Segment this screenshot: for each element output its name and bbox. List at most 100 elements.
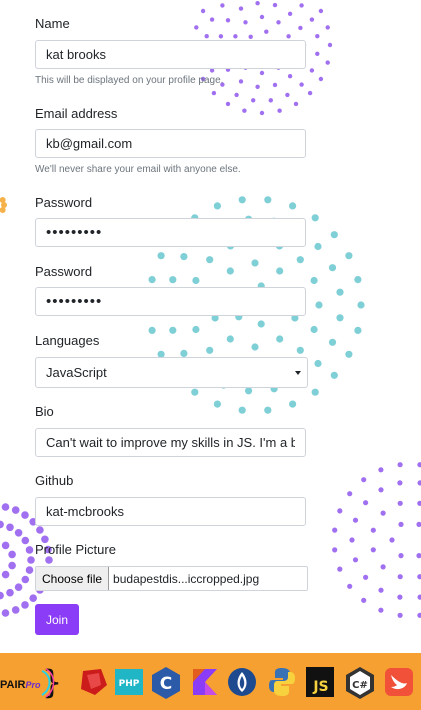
decorative-dot — [352, 557, 359, 563]
decorative-dot — [370, 527, 376, 533]
choose-file-button[interactable]: Choose file — [36, 567, 110, 590]
decorative-dot — [1, 609, 10, 617]
decorative-dot — [248, 34, 253, 39]
decorative-dot — [255, 1, 260, 6]
decorative-dot — [332, 547, 338, 553]
decorative-dot — [416, 521, 421, 527]
decorative-dot — [206, 256, 214, 264]
decorative-dot — [268, 98, 273, 103]
decorative-dot — [276, 20, 281, 25]
profile-picture-file-input[interactable]: Choose file budapestdis...iccropped.jpg — [35, 566, 308, 591]
bio-label: Bio — [35, 404, 54, 419]
decorative-dot — [347, 583, 353, 589]
decorative-dot — [27, 556, 35, 564]
decorative-dot — [234, 92, 239, 98]
decorative-dot — [251, 98, 256, 103]
bio-input[interactable] — [35, 428, 306, 457]
decorative-dot — [330, 371, 338, 379]
decorative-dot — [309, 17, 315, 22]
decorative-dot — [225, 18, 231, 23]
decorative-dot — [380, 510, 386, 516]
decorative-dot — [0, 207, 6, 213]
decorative-dot — [169, 326, 177, 334]
decorative-dot — [349, 537, 355, 543]
svg-text:C: C — [160, 674, 172, 694]
curly-brace-icon: } — [41, 665, 62, 699]
decorative-dot — [233, 34, 238, 39]
decorative-dot — [25, 546, 34, 554]
decorative-dot — [14, 583, 23, 591]
decorative-dot — [191, 388, 199, 396]
decorative-dot — [255, 84, 260, 90]
decorative-dot — [354, 276, 362, 284]
decorative-dot — [225, 101, 231, 107]
decorative-dot — [14, 529, 23, 537]
decorative-dot — [314, 359, 322, 368]
decorative-dot — [345, 252, 353, 260]
decorative-dot — [397, 500, 403, 506]
decorative-dot — [315, 51, 320, 56]
email-label: Email address — [35, 106, 118, 121]
decorative-dot — [378, 587, 384, 593]
name-input[interactable] — [35, 40, 306, 69]
email-input[interactable] — [35, 129, 306, 158]
decorative-dot — [380, 564, 386, 570]
decorative-dot — [289, 202, 297, 210]
decorative-dot — [194, 25, 199, 30]
decorative-dot — [276, 267, 284, 275]
decorative-dot — [220, 3, 225, 8]
decorative-dot — [299, 3, 304, 8]
decorative-dot — [211, 90, 217, 96]
name-help-text: This will be displayed on your profile p… — [35, 75, 224, 86]
decorative-dot — [6, 588, 14, 597]
decorative-dot — [8, 550, 16, 559]
decorative-dot — [218, 34, 224, 39]
password-input[interactable] — [35, 218, 306, 247]
decorative-dot — [328, 264, 337, 272]
languages-selected-value: JavaScript — [46, 365, 107, 380]
decorative-dot — [0, 520, 4, 529]
decorative-dot — [226, 335, 234, 343]
decorative-dot — [200, 8, 206, 14]
decorative-dot — [272, 2, 278, 8]
password-confirm-input[interactable] — [35, 287, 306, 316]
decorative-dot — [243, 20, 248, 25]
language-logos-footer: PAIRPro } PHP C JS C# — [0, 653, 421, 710]
decorative-dot — [180, 349, 188, 357]
decorative-dot — [238, 196, 246, 204]
kotlin-icon — [193, 669, 217, 695]
decorative-dot — [307, 90, 313, 96]
decorative-dot — [397, 480, 403, 486]
selected-file-name: budapestdis...iccropped.jpg — [113, 571, 260, 586]
github-input[interactable] — [35, 497, 306, 526]
decorative-dot — [11, 606, 20, 614]
join-button[interactable]: Join — [35, 604, 79, 635]
decorative-dot — [318, 76, 324, 82]
decorative-dot — [1, 541, 10, 550]
decorative-dot — [11, 506, 20, 514]
decorative-dot — [352, 517, 359, 523]
password-confirm-label: Password — [35, 264, 93, 279]
decorative-dot — [417, 480, 421, 486]
languages-select[interactable]: JavaScript — [35, 357, 308, 388]
decorative-dot — [36, 526, 44, 534]
decorative-dot — [336, 314, 344, 322]
decorative-dot — [169, 276, 177, 284]
python-icon — [269, 668, 295, 696]
csharp-icon: C# — [346, 667, 374, 699]
svg-text:C#: C# — [352, 680, 368, 691]
decorative-dot — [296, 256, 304, 264]
javascript-icon: JS — [306, 667, 334, 697]
ruby-icon — [81, 669, 107, 695]
decorative-dot — [276, 335, 284, 343]
decorative-dot — [361, 477, 367, 483]
decorative-dot — [8, 561, 16, 570]
decorative-dot — [0, 591, 4, 600]
decorative-dot — [259, 70, 265, 76]
decorative-dot — [315, 301, 323, 309]
decorative-dot — [357, 301, 365, 309]
decorative-dot — [417, 500, 421, 506]
decorative-dot — [325, 25, 330, 30]
decorative-dot — [354, 326, 362, 334]
decorative-dot — [289, 400, 297, 408]
